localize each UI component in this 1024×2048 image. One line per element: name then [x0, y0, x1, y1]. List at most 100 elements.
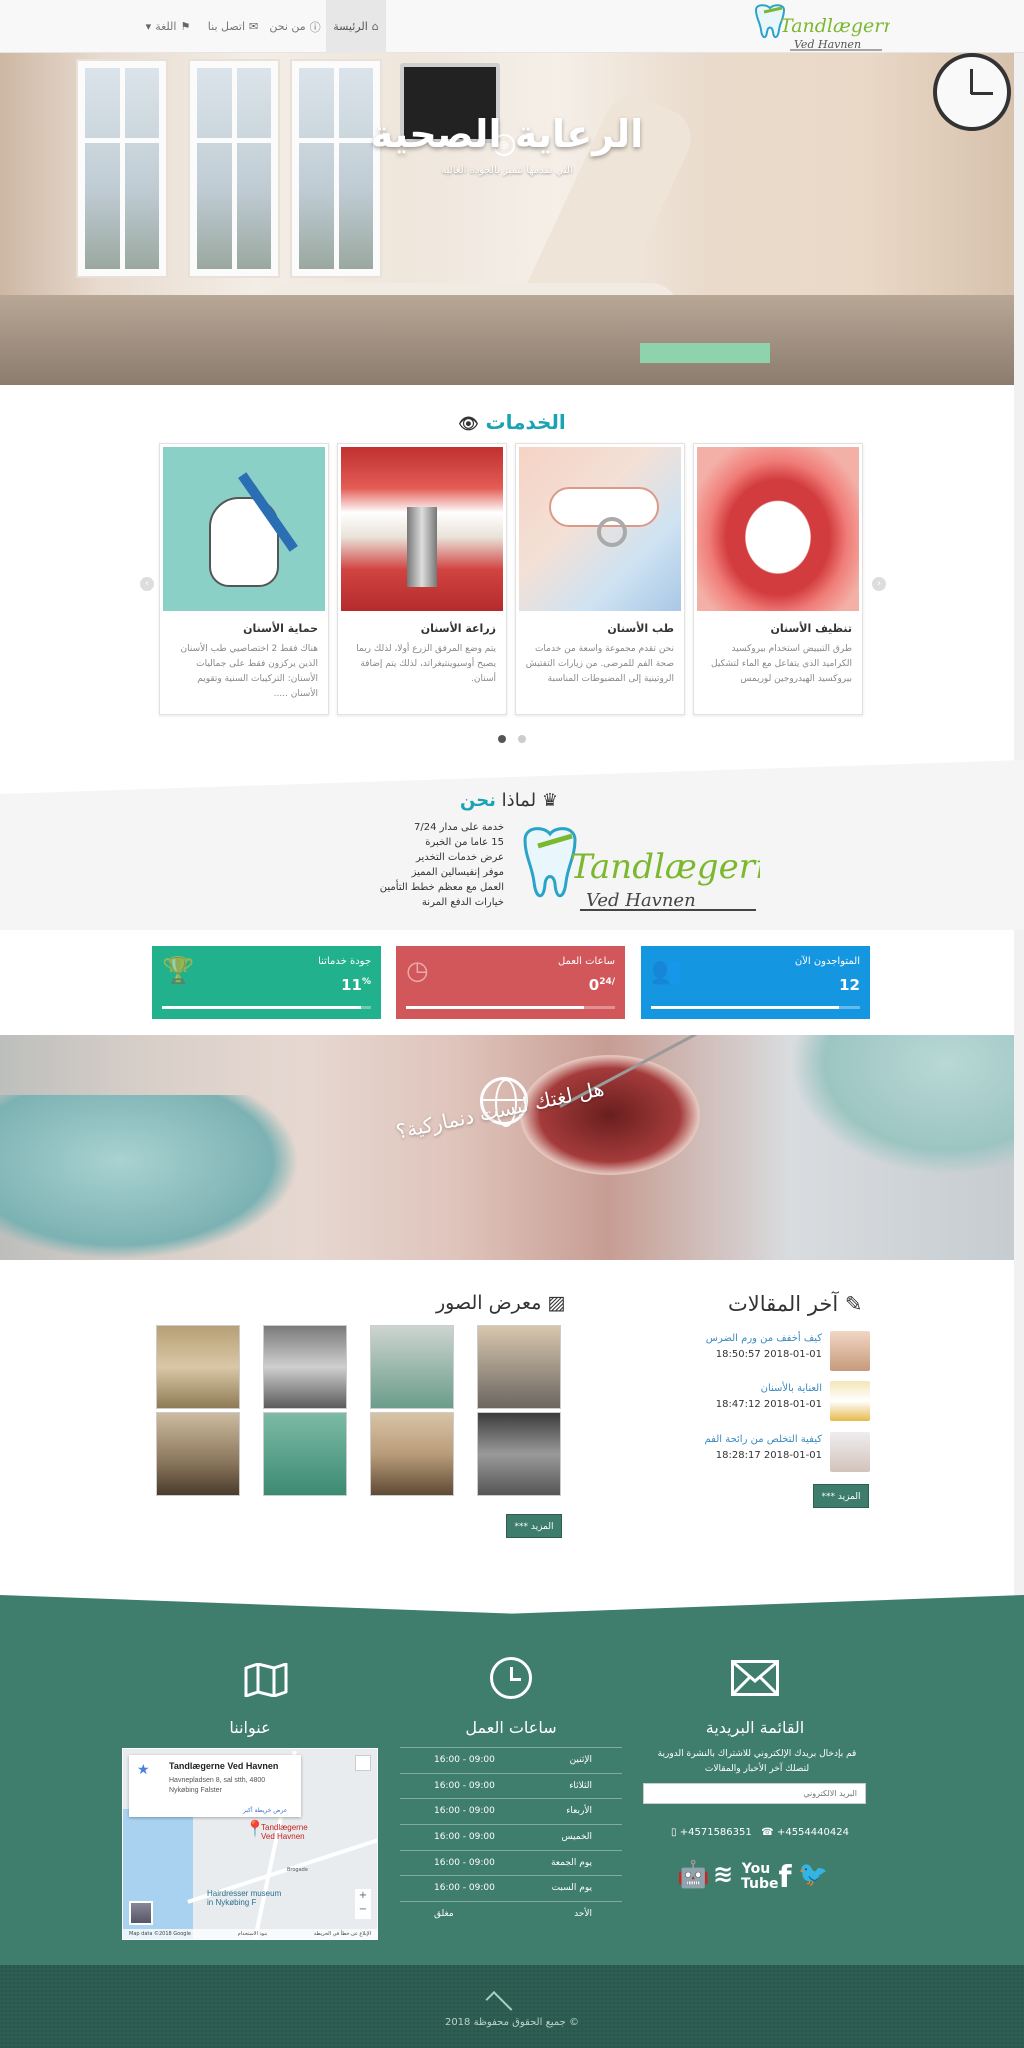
- gallery-thumb[interactable]: [370, 1325, 454, 1409]
- article-item[interactable]: كيف أخفف من ورم الضرس 2018-01-01 18:50:5…: [680, 1331, 870, 1377]
- service-card[interactable]: زراعة الأسنان يتم وضع المرفق الزرع أولا،…: [337, 443, 507, 715]
- carousel-dot[interactable]: [518, 735, 526, 743]
- alarm-clock-icon: [490, 1657, 532, 1699]
- articles-title-label: آخر المقالات: [728, 1292, 839, 1316]
- services-title: الخدمات 👁: [0, 410, 1024, 434]
- telephone-icon: ☎: [761, 1827, 774, 1838]
- article-date: 2018-01-01 18:47:12: [715, 1399, 822, 1410]
- gallery-more-button[interactable]: *** المزيد: [506, 1514, 562, 1538]
- article-title[interactable]: كيفية التخلص من رائحة الفم: [704, 1434, 822, 1445]
- map-report[interactable]: الإبلاغ عن خطأ في الخريطة: [314, 1931, 371, 1937]
- hours-row: الإثنين 09:00 - 16:00: [400, 1747, 622, 1772]
- map-poi-label: Hairdresser museum in Nykøbing F: [207, 1889, 281, 1907]
- newsletter-email-input[interactable]: [643, 1783, 866, 1804]
- eye-icon: 👁: [458, 414, 479, 433]
- twitter-icon[interactable]: 🐦: [797, 1860, 829, 1888]
- nav-language[interactable]: ⚑ اللغة ▾: [140, 0, 196, 53]
- stat-value: 11%: [341, 976, 371, 994]
- users-icon: 👥: [651, 956, 684, 986]
- rss-icon[interactable]: ≋: [709, 1860, 737, 1888]
- nav-home[interactable]: ⌂ الرئيسة: [326, 0, 386, 53]
- article-title[interactable]: كيف أخفف من ورم الضرس: [706, 1333, 822, 1344]
- clock-hand: [971, 92, 993, 95]
- gallery-thumb[interactable]: [263, 1325, 347, 1409]
- service-card-title: طب الأسنان: [607, 622, 674, 635]
- stat-box-online: 👥 المتواجدون الآن 12: [641, 946, 870, 1019]
- hours-time: 09:00 - 16:00: [434, 1858, 495, 1868]
- gallery-thumb[interactable]: [156, 1412, 240, 1496]
- map-larger-link[interactable]: عرض خريطة أكبر: [243, 1807, 287, 1814]
- nav-contact[interactable]: ✉ اتصل بنا: [202, 0, 264, 53]
- map-satellite-toggle[interactable]: [129, 1901, 153, 1925]
- nav-home-label: الرئيسة: [333, 20, 368, 33]
- facebook-icon[interactable]: f: [776, 1860, 794, 1895]
- service-card[interactable]: طب الأسنان نحن تقدم مجموعة واسعة من خدما…: [515, 443, 685, 715]
- map-terms[interactable]: بنود الاستخدام: [238, 1931, 268, 1937]
- articles-more-button[interactable]: *** المزيد: [813, 1484, 869, 1508]
- why-item: خيارات الدفع المرنة: [421, 897, 504, 908]
- service-card-image: [341, 447, 503, 611]
- stat-value-sup: %: [361, 977, 371, 987]
- stat-label: المتواجدون الآن: [794, 956, 860, 967]
- nav-about[interactable]: ⓘ من نحن: [266, 0, 324, 53]
- hours-row: الأربعاء 09:00 - 16:00: [400, 1798, 622, 1823]
- bottom-bar: [0, 1965, 1024, 2048]
- question-icon: ⓘ: [309, 20, 321, 34]
- stat-value-sup: 24/: [599, 977, 615, 987]
- why-item: عرض خدمات التخدير: [415, 852, 504, 863]
- home-icon: ⌂: [371, 20, 379, 33]
- hours-day: الأحد: [574, 1909, 592, 1919]
- youtube-icon[interactable]: You Tube: [741, 1862, 779, 1892]
- hours-time: 09:00 - 16:00: [434, 1781, 495, 1791]
- gallery-title: ▨ معرض الصور: [436, 1292, 565, 1314]
- gallery-thumb[interactable]: [477, 1325, 561, 1409]
- hours-row: الخميس 09:00 - 16:00: [400, 1824, 622, 1849]
- service-card[interactable]: تنظيف الأسنان طرق التبييض استخدام بيروكس…: [693, 443, 863, 715]
- gallery-thumb[interactable]: [156, 1325, 240, 1409]
- map-avatar[interactable]: [355, 1755, 371, 1771]
- language-banner: [0, 1035, 1014, 1260]
- hours-row: الأحد مغلق: [400, 1901, 622, 1926]
- why-item: 15 عاما من الخبرة: [425, 837, 504, 848]
- clock-hand: [970, 69, 973, 94]
- envelope-icon: [731, 1660, 779, 1696]
- map-zoom-control[interactable]: + −: [355, 1889, 371, 1919]
- hours-day: يوم الجمعة: [550, 1858, 592, 1868]
- location-map[interactable]: ★ Tandlægerne Ved Havnen Havnepladsen 8,…: [122, 1748, 378, 1940]
- hours-title: ساعات العمل: [465, 1718, 557, 1737]
- map-attribution: Map data ©2018 Google: [129, 1931, 191, 1937]
- service-card-text: نحن تقدم مجموعة واسعة من خدمات صحة الفم …: [525, 644, 674, 684]
- why-us-logo: Tandlægerne Ved Havnen: [520, 820, 797, 915]
- phone-1: +4571586351: [679, 1827, 752, 1838]
- article-item[interactable]: العناية بالأسنان 2018-01-01 18:47:12: [680, 1381, 870, 1427]
- carousel-next-button[interactable]: ›: [872, 577, 886, 591]
- gallery-thumb[interactable]: [263, 1412, 347, 1496]
- android-icon[interactable]: 🤖: [677, 1860, 709, 1890]
- service-card-title: تنظيف الأسنان: [770, 622, 852, 635]
- map-address-2: Nykøbing Falster: [169, 1787, 222, 1794]
- newsletter-title: القائمة البريدية: [705, 1718, 805, 1737]
- gallery-thumb[interactable]: [477, 1412, 561, 1496]
- carousel-dot[interactable]: [498, 735, 506, 743]
- mask-image: [790, 1035, 1014, 1175]
- map-poi-2: in Nykøbing F: [207, 1898, 257, 1907]
- nav-contact-label: اتصل بنا: [207, 20, 245, 33]
- hours-time: 09:00 - 16:00: [434, 1755, 495, 1765]
- hero-banner: [0, 53, 1014, 385]
- service-card[interactable]: حماية الأسنان هناك فقط 2 اختصاصيي طب الأ…: [159, 443, 329, 715]
- map-pin-label-2: Ved Havnen: [261, 1832, 305, 1841]
- gallery-thumb[interactable]: [370, 1412, 454, 1496]
- stat-progress: [162, 1006, 371, 1009]
- carousel-prev-button[interactable]: ‹: [140, 577, 154, 591]
- hours-time: 09:00 - 16:00: [434, 1883, 495, 1893]
- article-item[interactable]: كيفية التخلص من رائحة الفم 2018-01-01 18…: [680, 1432, 870, 1478]
- stat-progress-fill: [651, 1006, 840, 1009]
- article-thumb: [830, 1381, 870, 1421]
- article-title[interactable]: العناية بالأسنان: [761, 1383, 822, 1394]
- articles-title: ✎ آخر المقالات: [728, 1292, 863, 1316]
- dental-mirror-shape: [597, 517, 627, 547]
- site-logo[interactable]: Tandlægerne Ved Havnen: [750, 2, 907, 52]
- service-card-title: حماية الأسنان: [243, 622, 318, 635]
- stat-value: 12: [839, 976, 860, 994]
- implant-shape: [407, 507, 437, 587]
